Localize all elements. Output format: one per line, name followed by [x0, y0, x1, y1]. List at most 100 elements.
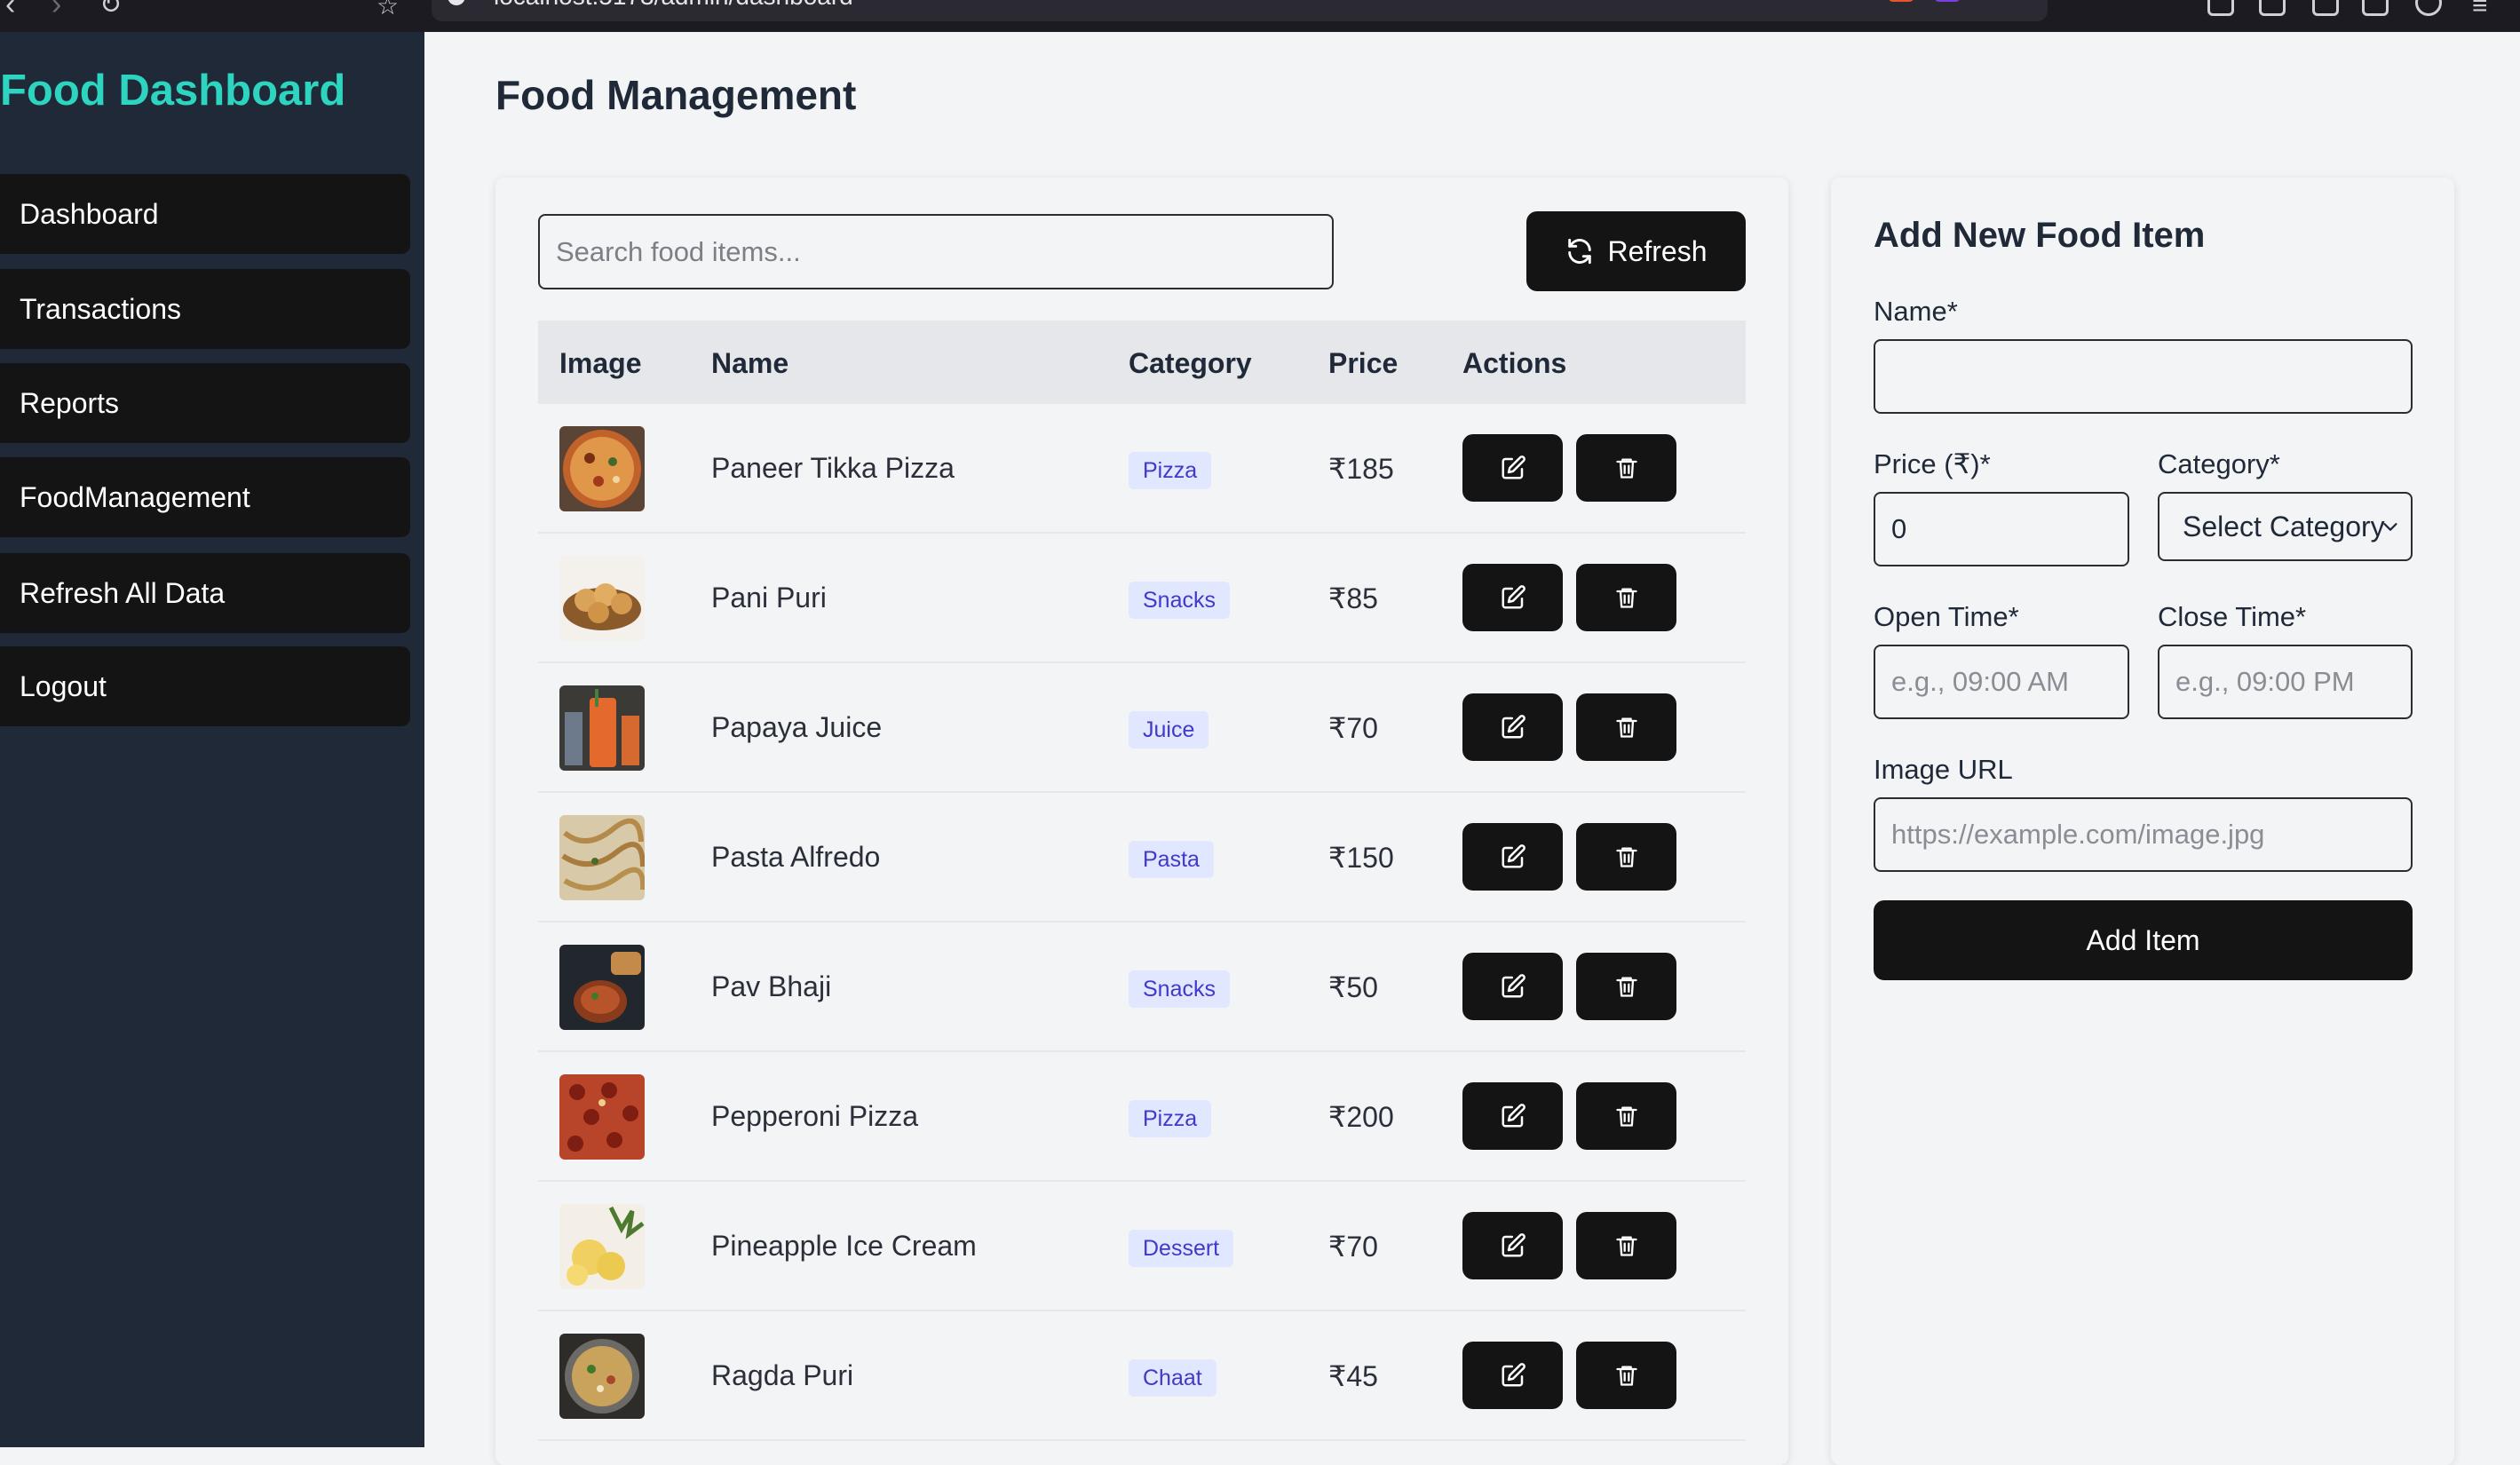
category-badge: Chaat — [1129, 1359, 1216, 1397]
refresh-button[interactable]: Refresh — [1526, 211, 1746, 291]
edit-button[interactable] — [1462, 1342, 1563, 1409]
food-name: Pepperoni Pizza — [711, 1100, 919, 1132]
column-header-image: Image — [559, 347, 642, 379]
delete-button[interactable] — [1576, 434, 1676, 502]
column-header-price: Price — [1328, 347, 1399, 379]
delete-button[interactable] — [1576, 693, 1676, 761]
table-row: Pepperoni Pizza Pizza ₹200 — [538, 1052, 1746, 1182]
search-input[interactable] — [538, 214, 1334, 289]
food-image — [559, 426, 645, 511]
browser-toolbar: ‹ › ↻ ☆ localhost:5173/admin/dashboard ≡ — [0, 0, 2520, 32]
toolbar-icon[interactable] — [2207, 0, 2234, 16]
edit-button[interactable] — [1462, 564, 1563, 631]
toolbar-icon[interactable] — [2362, 0, 2389, 16]
toolbar-icon[interactable] — [2415, 0, 2442, 16]
page-title: Food Management — [495, 72, 857, 118]
sidebar-item-dashboard[interactable]: Dashboard — [0, 174, 410, 254]
toolbar-icon[interactable] — [2259, 0, 2286, 16]
food-name: Ragda Puri — [711, 1359, 854, 1391]
toolbar-icon[interactable] — [2312, 0, 2339, 16]
edit-button[interactable] — [1462, 953, 1563, 1020]
price-label: Price (₹)* — [1874, 448, 1991, 479]
edit-icon — [1502, 715, 1525, 739]
reload-icon[interactable]: ↻ — [99, 0, 122, 20]
extension-icon[interactable] — [1934, 0, 1961, 2]
food-image — [559, 1204, 645, 1289]
site-info-icon[interactable] — [448, 0, 465, 5]
name-field[interactable] — [1874, 339, 2413, 414]
sidebar-item-logout[interactable]: Logout — [0, 646, 410, 726]
food-image — [559, 1334, 645, 1419]
table-row: Pani Puri Snacks ₹85 — [538, 534, 1746, 663]
food-name: Pani Puri — [711, 582, 827, 614]
edit-icon — [1502, 974, 1525, 998]
name-label: Name* — [1874, 296, 1958, 327]
trash-icon — [1615, 717, 1637, 738]
sidebar-item-refresh-all-data[interactable]: Refresh All Data — [0, 553, 410, 633]
sidebar-item-reports[interactable]: Reports — [0, 363, 410, 443]
edit-button[interactable] — [1462, 1082, 1563, 1150]
category-select[interactable]: Select Category — [2158, 492, 2413, 561]
bookmark-icon[interactable]: ☆ — [376, 0, 399, 20]
delete-button[interactable] — [1576, 1212, 1676, 1279]
trash-icon — [1615, 588, 1637, 608]
food-name: Pav Bhaji — [711, 970, 832, 1002]
category-badge: Juice — [1129, 711, 1209, 748]
trash-icon — [1615, 977, 1637, 997]
delete-button[interactable] — [1576, 1082, 1676, 1150]
sidebar-item-food-management[interactable]: FoodManagement — [0, 457, 410, 537]
column-header-category: Category — [1129, 347, 1252, 379]
delete-button[interactable] — [1576, 823, 1676, 891]
edit-icon — [1502, 844, 1525, 868]
image-url-field[interactable] — [1874, 797, 2413, 872]
edit-icon — [1502, 455, 1525, 479]
sidebar: Food Dashboard Dashboard Transactions Re… — [0, 32, 424, 1447]
open-time-label: Open Time* — [1874, 601, 2019, 632]
table-row: Papaya Juice Juice ₹70 — [538, 663, 1746, 793]
edit-icon — [1502, 585, 1525, 609]
trash-icon — [1615, 1366, 1637, 1386]
edit-button[interactable] — [1462, 434, 1563, 502]
sidebar-item-transactions[interactable]: Transactions — [0, 269, 410, 349]
forward-arrow-icon[interactable]: › — [52, 0, 61, 22]
food-price: ₹200 — [1328, 1101, 1394, 1133]
food-image — [559, 945, 645, 1030]
edit-button[interactable] — [1462, 693, 1563, 761]
edit-icon — [1502, 1233, 1525, 1257]
table-row: Pasta Alfredo Pasta ₹150 — [538, 793, 1746, 923]
delete-button[interactable] — [1576, 564, 1676, 631]
edit-button[interactable] — [1462, 1212, 1563, 1279]
close-time-field[interactable] — [2158, 645, 2413, 719]
food-price: ₹185 — [1328, 453, 1394, 485]
chevron-down-icon — [2383, 523, 2397, 531]
form-title: Add New Food Item — [1874, 216, 2206, 255]
food-price: ₹70 — [1328, 712, 1378, 744]
column-header-actions: Actions — [1462, 347, 1567, 379]
edit-button[interactable] — [1462, 823, 1563, 891]
food-name: Pasta Alfredo — [711, 841, 881, 873]
table-row: Ragda Puri Chaat ₹45 — [538, 1311, 1746, 1441]
menu-icon[interactable]: ≡ — [2472, 0, 2488, 21]
table-row: Pav Bhaji Snacks ₹50 — [538, 923, 1746, 1052]
column-header-name: Name — [711, 347, 789, 379]
category-badge: Pizza — [1129, 1100, 1212, 1137]
food-price: ₹70 — [1328, 1231, 1378, 1263]
brand-title: Food Dashboard — [0, 67, 346, 115]
food-price: ₹150 — [1328, 842, 1394, 874]
delete-button[interactable] — [1576, 953, 1676, 1020]
food-price: ₹85 — [1328, 582, 1378, 614]
food-name: Papaya Juice — [711, 711, 883, 743]
image-url-label: Image URL — [1874, 754, 2013, 785]
food-price: ₹45 — [1328, 1360, 1378, 1392]
trash-icon — [1615, 1236, 1637, 1256]
food-name: Paneer Tikka Pizza — [711, 452, 955, 484]
refresh-icon — [1568, 238, 1592, 265]
delete-button[interactable] — [1576, 1342, 1676, 1409]
food-price: ₹50 — [1328, 971, 1378, 1003]
back-arrow-icon[interactable]: ‹ — [5, 0, 15, 22]
address-bar[interactable]: localhost:5173/admin/dashboard — [432, 0, 2048, 21]
add-item-button[interactable]: Add Item — [1874, 900, 2413, 980]
price-field[interactable] — [1874, 492, 2129, 566]
open-time-field[interactable] — [1874, 645, 2129, 719]
shield-extension-icon[interactable] — [1888, 0, 1914, 2]
